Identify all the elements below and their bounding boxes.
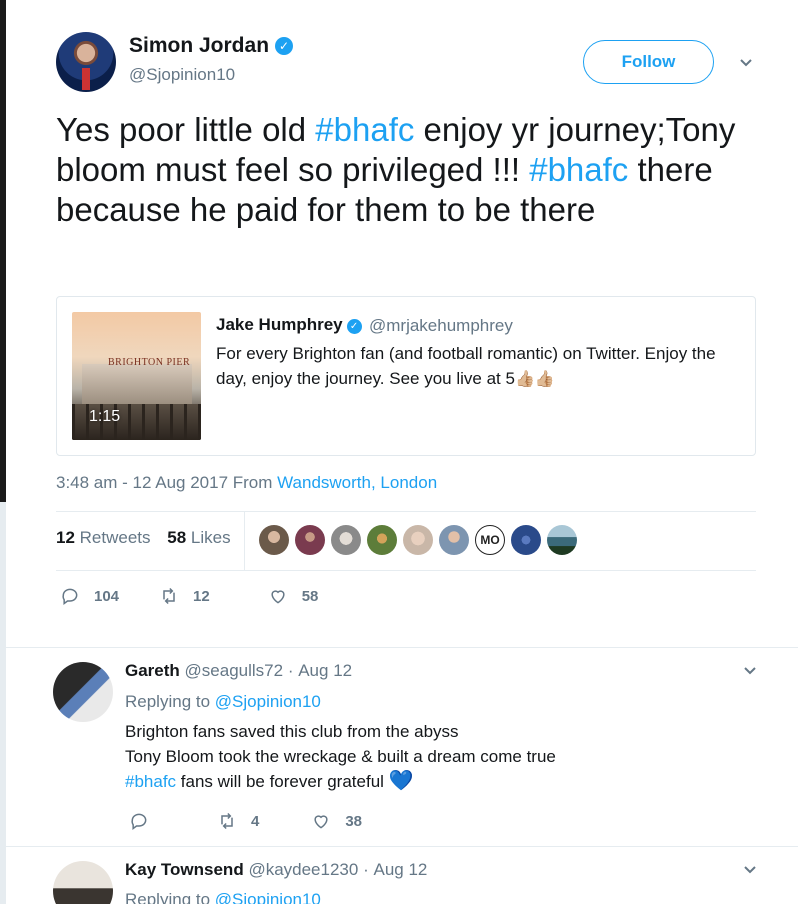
reply-avatar[interactable] — [53, 662, 113, 722]
replying-to: Replying to @Sjopinion10 — [125, 890, 321, 904]
reply-action[interactable]: 104 — [60, 586, 119, 606]
liker-avatar[interactable] — [403, 525, 433, 555]
reply-date[interactable]: Aug 12 — [298, 661, 352, 680]
reply-text-line: Brighton fans saved this club from the a… — [125, 722, 459, 741]
meta-dot: · — [363, 860, 369, 879]
blue-heart-emoji-icon: 💙 — [388, 770, 414, 792]
reply-bubble-icon — [131, 813, 147, 830]
divider — [6, 846, 798, 847]
replying-to-link[interactable]: @Sjopinion10 — [215, 692, 321, 711]
retweet-icon — [163, 587, 175, 605]
liker-avatar[interactable] — [547, 525, 577, 555]
reply-author-name[interactable]: Gareth — [125, 661, 180, 680]
like-action[interactable]: 38 — [311, 811, 362, 831]
retweets-count: 12 — [56, 528, 75, 547]
author-handle[interactable]: @Sjopinion10 — [129, 65, 235, 85]
liker-avatar[interactable] — [259, 525, 289, 555]
reply-options-chevron-down-icon[interactable] — [743, 664, 757, 678]
heart-icon — [314, 815, 328, 829]
quoted-text-body: For every Brighton fan (and football rom… — [216, 344, 716, 388]
more-options-chevron-down-icon[interactable] — [739, 56, 753, 70]
retweet-action[interactable]: 4 — [217, 811, 259, 831]
divider — [56, 570, 756, 571]
reply-author-name[interactable]: Kay Townsend — [125, 860, 244, 879]
retweet-count: 4 — [251, 812, 260, 830]
reply-text-part: fans will be forever grateful — [176, 772, 389, 791]
divider — [56, 511, 756, 512]
heart-icon — [271, 590, 285, 604]
follow-button[interactable]: Follow — [583, 40, 714, 84]
hashtag-link[interactable]: #bhafc — [125, 772, 176, 791]
author-avatar[interactable] — [56, 32, 116, 92]
reply-bubble-icon — [62, 588, 78, 605]
liker-avatar[interactable] — [367, 525, 397, 555]
verified-badge-icon: ✓ — [275, 37, 294, 55]
divider — [6, 647, 798, 648]
stats-divider — [244, 512, 245, 570]
tweet-actions: 104 12 58 — [60, 586, 318, 606]
like-action[interactable]: 58 — [268, 586, 319, 606]
retweets-stat[interactable]: 12 Retweets — [56, 528, 151, 547]
tweet-permalink-panel: Simon Jordan ✓ @Sjopinion10 Follow Yes po… — [6, 0, 798, 904]
liker-avatar[interactable] — [331, 525, 361, 555]
reply-author-handle[interactable]: @kaydee1230 — [248, 860, 358, 879]
replying-to-prefix: Replying to — [125, 692, 215, 711]
reply-author-handle[interactable]: @seagulls72 — [185, 661, 284, 680]
reply-date[interactable]: Aug 12 — [373, 860, 427, 879]
replying-to: Replying to @Sjopinion10 — [125, 692, 321, 712]
video-duration: 1:15 — [89, 408, 121, 425]
tweet-text-part: Yes poor little old — [56, 111, 316, 148]
quoted-author-handle[interactable]: @mrjakehumphrey — [369, 316, 513, 336]
author-name-row[interactable]: Simon Jordan ✓ — [129, 34, 294, 58]
retweet-icon — [221, 812, 233, 830]
quoted-tweet-text: For every Brighton fan (and football rom… — [216, 341, 746, 392]
hashtag-link[interactable]: #bhafc — [529, 151, 628, 188]
likes-label: Likes — [190, 528, 231, 547]
reply-header: Gareth @seagulls72 · Aug 12 — [125, 661, 352, 681]
video-thumbnail[interactable]: BRIGHTON PIER 1:15 — [72, 312, 201, 440]
reply-avatar[interactable] — [53, 861, 113, 904]
quoted-tweet-card[interactable]: BRIGHTON PIER 1:15 Jake Humphrey ✓ @mrjak… — [56, 296, 756, 456]
retweet-action[interactable]: 12 — [159, 586, 210, 606]
verified-badge-icon: ✓ — [346, 319, 362, 334]
author-name[interactable]: Simon Jordan — [129, 34, 269, 57]
liker-avatar[interactable] — [295, 525, 325, 555]
hashtag-link[interactable]: #bhafc — [315, 111, 414, 148]
quoted-author-name-row[interactable]: Jake Humphrey ✓ — [216, 315, 362, 335]
like-count: 38 — [345, 812, 363, 830]
timestamp-text[interactable]: 3:48 am - 12 Aug 2017 From — [56, 473, 277, 492]
retweet-count: 12 — [193, 587, 210, 605]
like-count: 58 — [301, 587, 319, 605]
reply-action[interactable] — [129, 811, 149, 831]
reply-count: 104 — [94, 587, 120, 605]
likers-avatars: MO — [259, 525, 577, 555]
replying-to-link[interactable]: @Sjopinion10 — [215, 890, 321, 904]
pier-building — [82, 364, 192, 404]
reply-text-line: Tony Bloom took the wreckage & built a d… — [125, 747, 556, 766]
liker-avatar[interactable] — [511, 525, 541, 555]
tweet-timestamp: 3:48 am - 12 Aug 2017 From Wandsworth, L… — [56, 473, 437, 493]
tweet-text: Yes poor little old #bhafc enjoy yr jour… — [56, 110, 776, 230]
thumbs-up-emoji-icon: 👍🏼👍🏼 — [514, 371, 555, 388]
liker-avatar[interactable] — [439, 525, 469, 555]
retweets-label: Retweets — [79, 528, 151, 547]
reply-actions: 4 38 — [129, 811, 362, 831]
reply-text: Brighton fans saved this club from the a… — [125, 719, 745, 794]
reply-header: Kay Townsend @kaydee1230 · Aug 12 — [125, 860, 427, 880]
likes-count: 58 — [167, 528, 187, 547]
liker-avatar[interactable]: MO — [475, 525, 505, 555]
quoted-author-name[interactable]: Jake Humphrey — [216, 315, 343, 334]
tweet-stats: 12 Retweets 58 Likes — [56, 528, 231, 548]
likes-stat[interactable]: 58 Likes — [167, 528, 230, 547]
reply-text-line: #bhafc fans will be forever grateful 💙 — [125, 769, 745, 794]
replying-to-prefix: Replying to — [125, 890, 215, 904]
location-link[interactable]: Wandsworth, London — [277, 473, 437, 492]
pier-sign-text: BRIGHTON PIER — [108, 357, 191, 368]
reply-options-chevron-down-icon[interactable] — [743, 863, 757, 877]
meta-dot: · — [287, 661, 294, 680]
